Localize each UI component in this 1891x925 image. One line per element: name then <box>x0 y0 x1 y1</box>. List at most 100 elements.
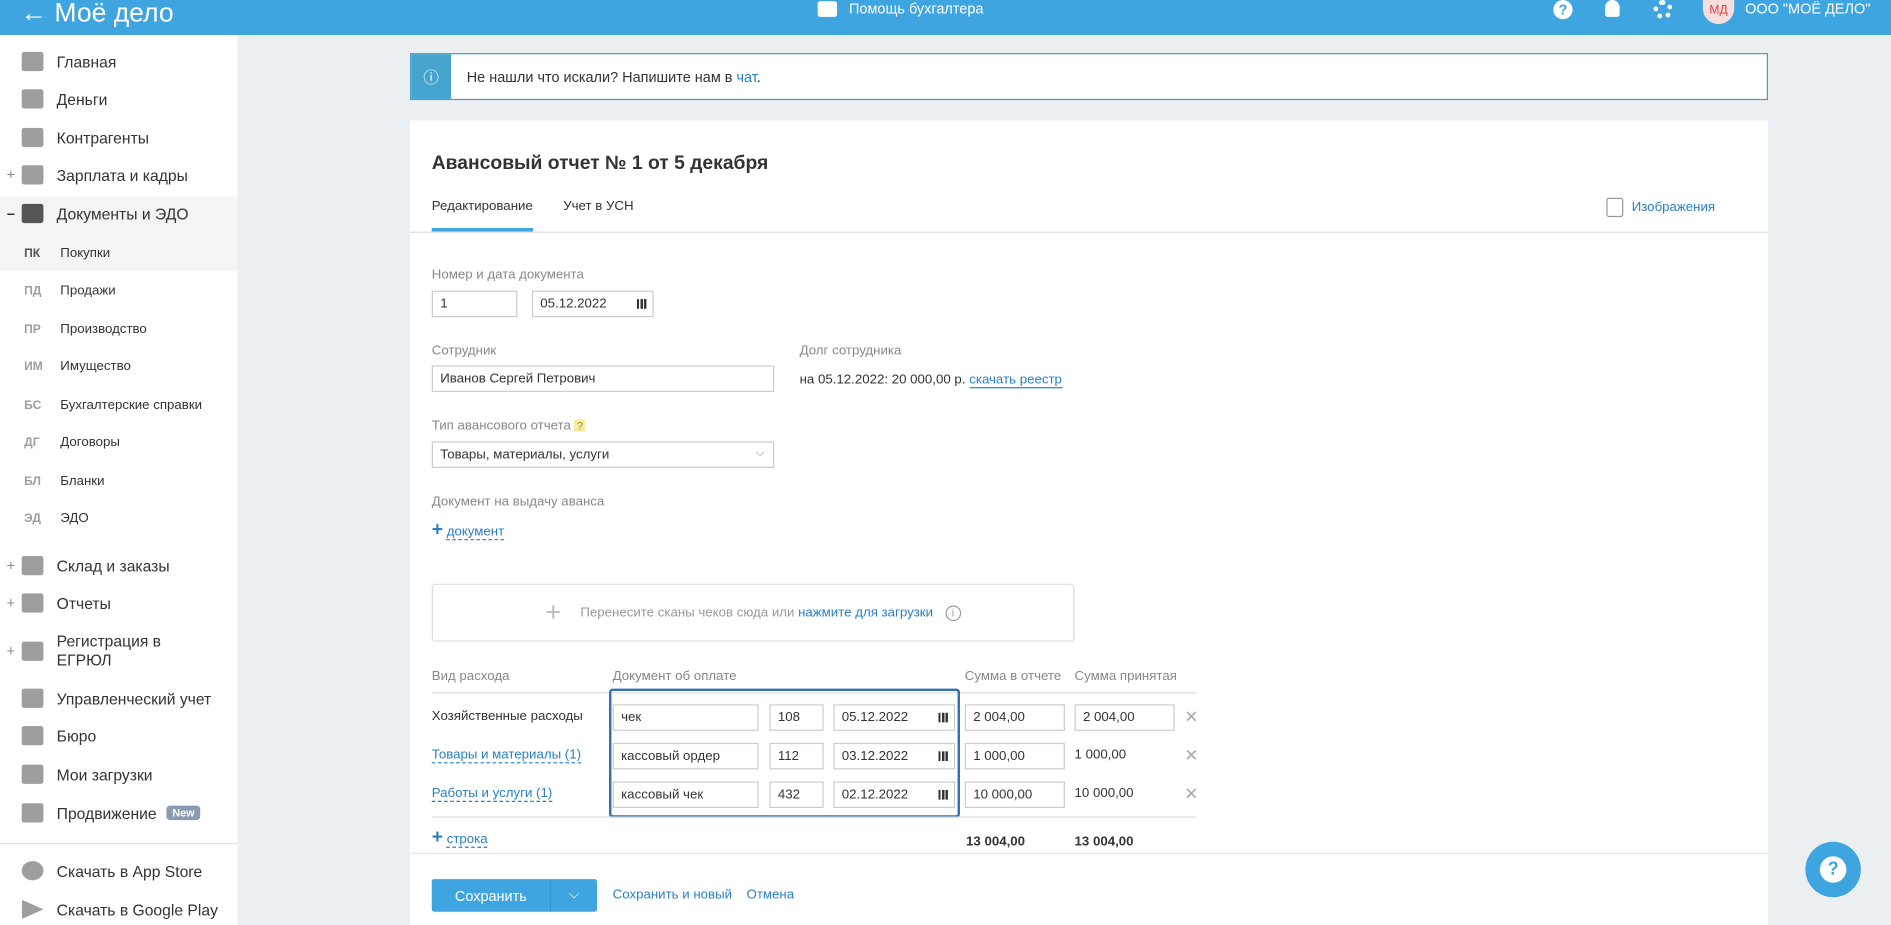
collapse-icon[interactable]: – <box>0 205 22 222</box>
tab-usn[interactable]: Учет в УСН <box>563 199 633 213</box>
expense-type: Хозяйственные расходы <box>431 709 583 724</box>
employee-debt: на 05.12.2022: 20 000,00 р. скачать реес… <box>799 372 1062 389</box>
sidebar-sub-property[interactable]: ИМ Имущество <box>0 352 238 381</box>
payment-doc-input[interactable]: кассовый чек <box>612 781 759 809</box>
home-icon <box>21 51 44 72</box>
document-date-input[interactable]: 05.12.2022 <box>531 290 654 318</box>
gear-icon[interactable] <box>1653 0 1673 20</box>
total-accepted-sum: 13 004,00 <box>1074 834 1134 850</box>
payment-doc-date-input[interactable]: 03.12.2022 <box>833 742 956 770</box>
save-and-new-link[interactable]: Сохранить и новый <box>613 888 732 902</box>
sidebar-item-registration[interactable]: + Регистрация в ЕГРЮЛ <box>0 627 238 675</box>
chevron-down-icon[interactable]: ⌵ <box>551 879 597 912</box>
registration-icon <box>21 641 44 661</box>
help-chat-button[interactable]: ? <box>1805 841 1861 898</box>
images-link[interactable]: Изображения <box>1606 197 1715 218</box>
tabs-divider <box>410 231 1768 233</box>
advance-report-form: Авансовый отчет № 1 от 5 декабря Редакти… <box>410 120 1768 925</box>
col-report-sum: Сумма в отчете <box>964 669 1062 684</box>
calendar-icon[interactable] <box>636 299 647 309</box>
report-type-select[interactable]: Товары, материалы, услуги ⌵ <box>431 441 775 468</box>
report-sum-input[interactable]: 2 004,00 <box>964 704 1065 731</box>
calendar-icon[interactable] <box>938 751 948 761</box>
expand-icon[interactable]: + <box>0 166 22 183</box>
expense-type[interactable]: Товары и материалы (1) <box>431 748 582 764</box>
payment-doc-date-input[interactable]: 05.12.2022 <box>833 704 956 731</box>
expense-type[interactable]: Работы и услуги (1) <box>431 786 553 802</box>
divider <box>0 842 238 845</box>
cancel-link[interactable]: Отмена <box>747 888 795 902</box>
sidebar-sub-accounting-notes[interactable]: БС Бухгалтерские справки <box>0 391 238 420</box>
accountant-help-link[interactable]: Помощь бухгалтера <box>817 0 983 17</box>
briefcase-icon <box>21 726 44 746</box>
question-icon: ? <box>1819 856 1847 883</box>
col-accepted-sum: Сумма принятая <box>1074 669 1177 684</box>
total-report-sum: 13 004,00 <box>966 834 1026 850</box>
new-badge: New <box>166 805 201 821</box>
scan-dropzone[interactable]: + Перенесите сканы чеков сюда или нажмит… <box>431 583 1075 642</box>
payment-doc-number-input[interactable]: 112 <box>769 742 824 770</box>
help-icon[interactable]: ? <box>1553 0 1573 20</box>
footer-divider <box>410 852 1768 854</box>
help-badge-icon[interactable]: ? <box>574 419 586 432</box>
upload-link[interactable]: нажмите для загрузки <box>798 605 933 619</box>
download-registry-link[interactable]: скачать реестр <box>969 372 1062 389</box>
sidebar-item-bureau[interactable]: Бюро <box>0 721 238 750</box>
sidebar-item-contractors[interactable]: Контрагенты <box>0 123 238 152</box>
report-icon <box>21 593 44 613</box>
folder-icon <box>21 764 44 784</box>
sidebar-sub-purchases[interactable]: ПК Покупки <box>0 239 238 268</box>
accepted-sum-input[interactable]: 2 004,00 <box>1074 704 1175 731</box>
google-play-link[interactable]: Скачать в Google Play <box>0 895 238 924</box>
payment-doc-date-input[interactable]: 02.12.2022 <box>833 781 956 809</box>
payment-doc-number-input[interactable]: 432 <box>769 781 824 809</box>
sidebar-item-promotion[interactable]: Продвижение New <box>0 798 238 827</box>
report-sum-input[interactable]: 1 000,00 <box>964 742 1065 770</box>
document-number-input[interactable]: 1 <box>431 290 518 318</box>
sidebar-item-uploads[interactable]: Мои загрузки <box>0 760 238 789</box>
accepted-sum: 1 000,00 <box>1074 747 1127 763</box>
top-header: ← Моё дело Помощь бухгалтера ? МД ООО "М… <box>0 0 1891 35</box>
tab-editing[interactable]: Редактирование <box>431 199 533 232</box>
employee-label: Сотрудник <box>431 343 497 359</box>
sidebar-sub-sales[interactable]: ПД Продажи <box>0 276 238 305</box>
close-icon[interactable]: ✕ <box>1184 745 1198 766</box>
plus-icon: + <box>431 827 444 848</box>
employee-input[interactable]: Иванов Сергей Петрович <box>431 365 775 392</box>
payment-doc-number-input[interactable]: 108 <box>769 704 824 731</box>
sidebar-item-warehouse[interactable]: + Склад и заказы <box>0 551 238 580</box>
apple-icon <box>21 861 44 881</box>
info-icon: ⓘ <box>411 54 452 99</box>
chat-link[interactable]: чат <box>737 68 757 85</box>
sidebar-item-management[interactable]: Управленческий учет <box>0 684 238 713</box>
organization-name[interactable]: ООО "МОЁ ДЕЛО" <box>1745 0 1870 17</box>
calendar-icon[interactable] <box>938 712 948 723</box>
sidebar-item-salary[interactable]: + Зарплата и кадры <box>0 160 238 189</box>
info-icon[interactable]: i <box>945 604 961 621</box>
cart-icon <box>21 555 44 576</box>
add-row-button[interactable]: + строка <box>432 827 488 849</box>
avatar[interactable]: МД <box>1702 0 1735 25</box>
bell-icon[interactable] <box>1605 0 1620 17</box>
col-expense-type: Вид расхода <box>431 669 510 684</box>
sidebar-item-money[interactable]: Деньги <box>0 84 238 113</box>
sidebar-item-documents[interactable]: – Документы и ЭДО <box>0 199 238 228</box>
report-sum-input[interactable]: 10 000,00 <box>964 781 1065 809</box>
save-button[interactable]: Сохранить ⌵ <box>431 879 597 912</box>
sidebar-sub-forms[interactable]: БЛ Бланки <box>0 467 238 496</box>
sidebar-sub-edo[interactable]: ЭД ЭДО <box>0 504 238 533</box>
payment-doc-input[interactable]: кассовый ордер <box>612 742 759 770</box>
logo[interactable]: ← Моё дело <box>21 0 174 29</box>
payment-doc-input[interactable]: чек <box>612 704 759 731</box>
calendar-icon[interactable] <box>938 789 948 800</box>
sidebar-sub-production[interactable]: ПР Производство <box>0 315 238 344</box>
wallet-icon <box>21 165 44 185</box>
sidebar-item-reports[interactable]: + Отчеты <box>0 589 238 618</box>
close-icon[interactable]: ✕ <box>1184 707 1198 728</box>
app-store-link[interactable]: Скачать в App Store <box>0 856 238 885</box>
close-icon[interactable]: ✕ <box>1184 784 1198 805</box>
sidebar-sub-contracts[interactable]: ДГ Договоры <box>0 428 238 457</box>
add-document-button[interactable]: + документ <box>432 520 505 542</box>
sidebar-item-home[interactable]: Главная <box>0 47 238 76</box>
back-arrow-icon[interactable]: ← <box>21 0 48 28</box>
